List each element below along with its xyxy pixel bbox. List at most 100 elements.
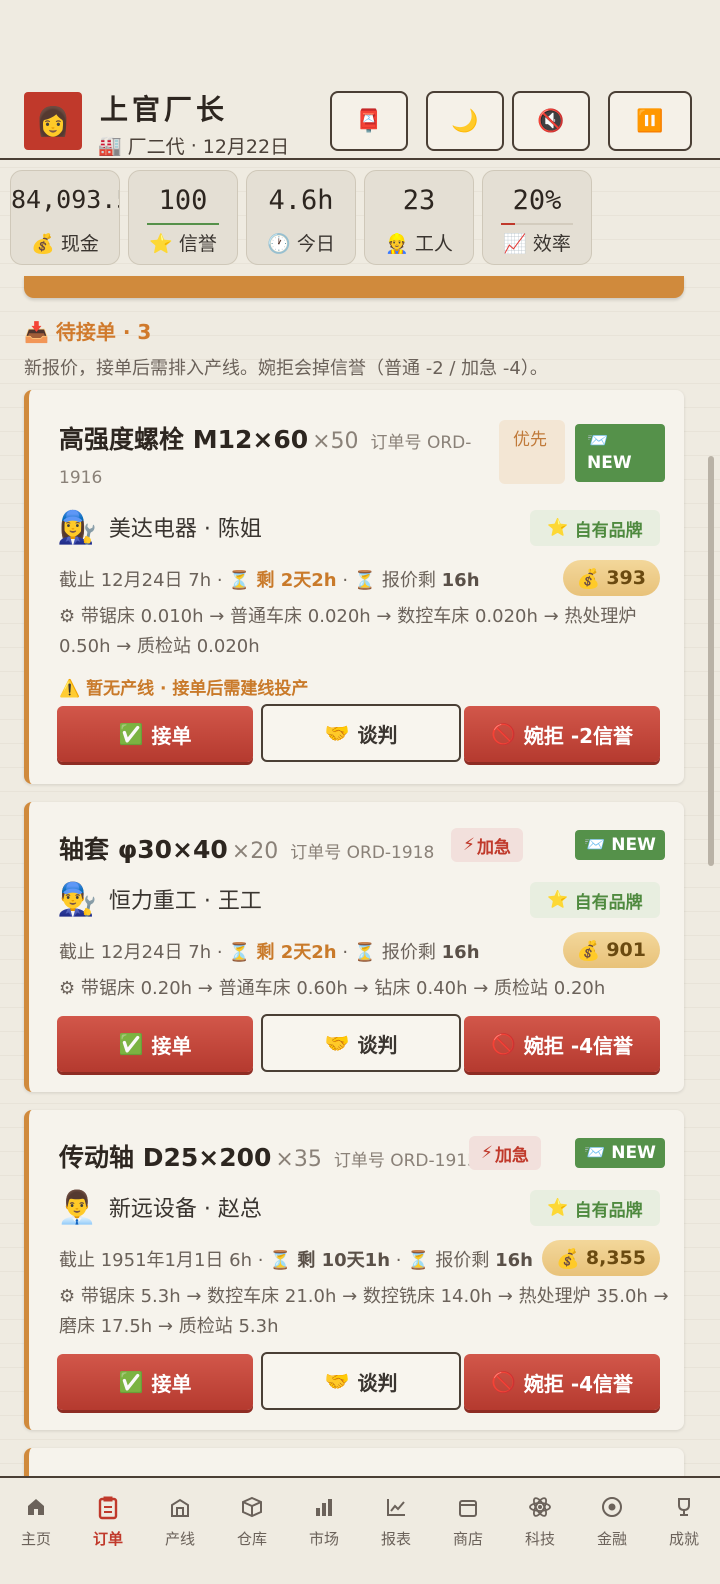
quote-remaining: 16h	[495, 1250, 533, 1271]
accept-order-button[interactable]: ✅ 接单	[57, 1016, 253, 1072]
brand-tag: ⭐ 自有品牌	[530, 510, 660, 546]
worker-icon: 👷	[385, 233, 409, 255]
nav-home[interactable]: 主页	[0, 1496, 72, 1556]
credit-value: 100	[158, 185, 208, 216]
nav-finance[interactable]: 金融	[576, 1496, 648, 1556]
hourglass-icon: ⏳	[228, 570, 251, 591]
stat-efficiency[interactable]: 20% 📈 效率	[482, 170, 592, 265]
moon-icon: 🌙	[451, 108, 479, 134]
mailbox-icon: 📮	[355, 108, 383, 134]
process-route: ⚙ 带锯床 5.3h → 数控车床 21.0h → 数控铣床 14.0h → 热…	[59, 1286, 669, 1337]
today-label: 今日	[296, 233, 335, 255]
reject-order-button[interactable]: 🚫 婉拒 -4信誉	[464, 1016, 660, 1072]
brand-label: 自有品牌	[574, 520, 643, 541]
prohibited-icon: 🚫	[490, 1370, 516, 1394]
negotiate-button[interactable]: 🤝 谈判	[261, 1352, 461, 1410]
quote-remaining-label: 报价剩	[435, 1250, 490, 1271]
credit-label: 信誉	[178, 233, 217, 255]
deadline: 截止 12月24日 7h	[59, 942, 212, 963]
pause-icon: ⏸️	[636, 108, 664, 134]
order-card: 高强度螺栓 M12×60 ×50 订单号 ORD- 1916 优先 📨 NEW 👩‍…	[24, 390, 684, 784]
negotiate-button[interactable]: 🤝 谈判	[261, 704, 461, 762]
mailbox-button[interactable]: 📮	[330, 91, 408, 151]
brand-tag: ⭐ 自有品牌	[530, 1190, 660, 1226]
star-icon: ⭐	[547, 890, 569, 910]
client-avatar-icon: 👨‍💼	[57, 1188, 97, 1226]
client-info: 👨‍🔧 恒力重工 · 王工	[57, 880, 262, 918]
workers-value: 23	[402, 185, 436, 216]
workers-label-wrap: 👷 工人	[365, 229, 473, 256]
reject-label: 婉拒 -4信誉	[523, 1033, 634, 1058]
efficiency-bar-fill	[501, 223, 516, 225]
nav-reports[interactable]: 报表	[360, 1496, 432, 1556]
accept-order-button[interactable]: ✅ 接单	[57, 706, 253, 762]
new-tag: 📨 NEW	[575, 424, 665, 482]
nav-label: 主页	[20, 1530, 51, 1548]
reject-order-button[interactable]: 🚫 婉拒 -2信誉	[464, 706, 660, 762]
urgent-label: 加急	[476, 837, 511, 858]
hourglass-icon: ⏳	[269, 1250, 292, 1271]
credit-label-wrap: ⭐ 信誉	[129, 229, 237, 256]
nav-label: 仓库	[236, 1530, 267, 1548]
order-number-cont: 1916	[59, 468, 103, 488]
store-icon	[432, 1496, 504, 1526]
pending-orders-title: 📥 待接单 · 3	[24, 316, 151, 345]
trophy-icon	[648, 1496, 720, 1526]
clock-icon: 🕐	[267, 233, 291, 255]
pending-label: 待接单	[55, 320, 116, 344]
money-bag-icon: 💰	[576, 567, 601, 590]
client-avatar-icon: 👨‍🔧	[57, 880, 97, 918]
stat-cash[interactable]: 84,093.5 💰 现金	[10, 170, 120, 265]
lightning-icon: ⚡	[463, 835, 475, 855]
deadline-row: 截止 1951年1月1日 6h · ⏳ 剩 10天1h · ⏳ 报价剩 16h	[59, 1250, 533, 1271]
game-date: 12月22日	[202, 136, 290, 158]
order-quantity: ×35	[275, 1147, 322, 1172]
clipboard-icon	[72, 1496, 144, 1526]
client-name: 恒力重工 · 王工	[108, 889, 262, 914]
separator-dot: ·	[122, 320, 138, 344]
efficiency-value: 20%	[512, 185, 562, 216]
nav-shop[interactable]: 商店	[432, 1496, 504, 1556]
inbox-icon: 📥	[24, 320, 49, 344]
brand-tag: ⭐ 自有品牌	[530, 882, 660, 918]
nav-label: 科技	[524, 1530, 555, 1548]
deadline-row: 截止 12月24日 7h · ⏳ 剩 2天2h · ⏳ 报价剩 16h	[59, 570, 480, 591]
negotiate-label: 谈判	[357, 722, 398, 747]
efficiency-label: 效率	[532, 233, 571, 255]
night-mode-button[interactable]: 🌙	[426, 91, 504, 151]
star-icon: ⭐	[547, 1198, 569, 1218]
nav-achievements[interactable]: 成就	[648, 1496, 720, 1556]
pause-button[interactable]: ⏸️	[608, 91, 692, 151]
quote-remaining: 16h	[441, 570, 480, 591]
negotiate-button[interactable]: 🤝 谈判	[261, 1014, 461, 1072]
player-name: 上官厂长	[100, 93, 229, 126]
client-name: 美达电器 · 陈姐	[108, 517, 262, 542]
separator-dot: ·	[190, 134, 197, 157]
urgent-label: 加急	[494, 1145, 529, 1166]
accept-label: 接单	[151, 1033, 192, 1058]
player-avatar[interactable]: 👩	[24, 92, 82, 150]
accept-order-button[interactable]: ✅ 接单	[57, 1354, 253, 1410]
deadline: 截止 12月24日 7h	[59, 570, 212, 591]
nav-market[interactable]: 市场	[288, 1496, 360, 1556]
credit-bar	[147, 223, 219, 225]
nav-orders[interactable]: 订单	[72, 1496, 144, 1556]
coin-icon	[576, 1496, 648, 1526]
order-number: 订单号 ORD-1918	[290, 843, 435, 863]
reject-label: 婉拒 -4信誉	[523, 1371, 634, 1396]
mute-icon: 🔇	[537, 108, 565, 134]
nav-production[interactable]: 产线	[144, 1496, 216, 1556]
time-remaining: 剩 2天2h	[256, 570, 337, 591]
nav-warehouse[interactable]: 仓库	[216, 1496, 288, 1556]
stat-workers[interactable]: 23 👷 工人	[364, 170, 474, 265]
scrollbar[interactable]	[708, 456, 714, 866]
line-chart-icon	[360, 1496, 432, 1526]
reject-order-button[interactable]: 🚫 婉拒 -4信誉	[464, 1354, 660, 1410]
mute-button[interactable]: 🔇	[512, 91, 590, 151]
time-remaining: 剩 2天2h	[256, 942, 337, 963]
product-name: 高强度螺栓 M12×60	[59, 425, 309, 454]
stat-credit[interactable]: 100 ⭐ 信誉	[128, 170, 238, 265]
lightning-icon: ⚡	[481, 1143, 493, 1163]
stat-today[interactable]: 4.6h 🕐 今日	[246, 170, 356, 265]
nav-tech[interactable]: 科技	[504, 1496, 576, 1556]
